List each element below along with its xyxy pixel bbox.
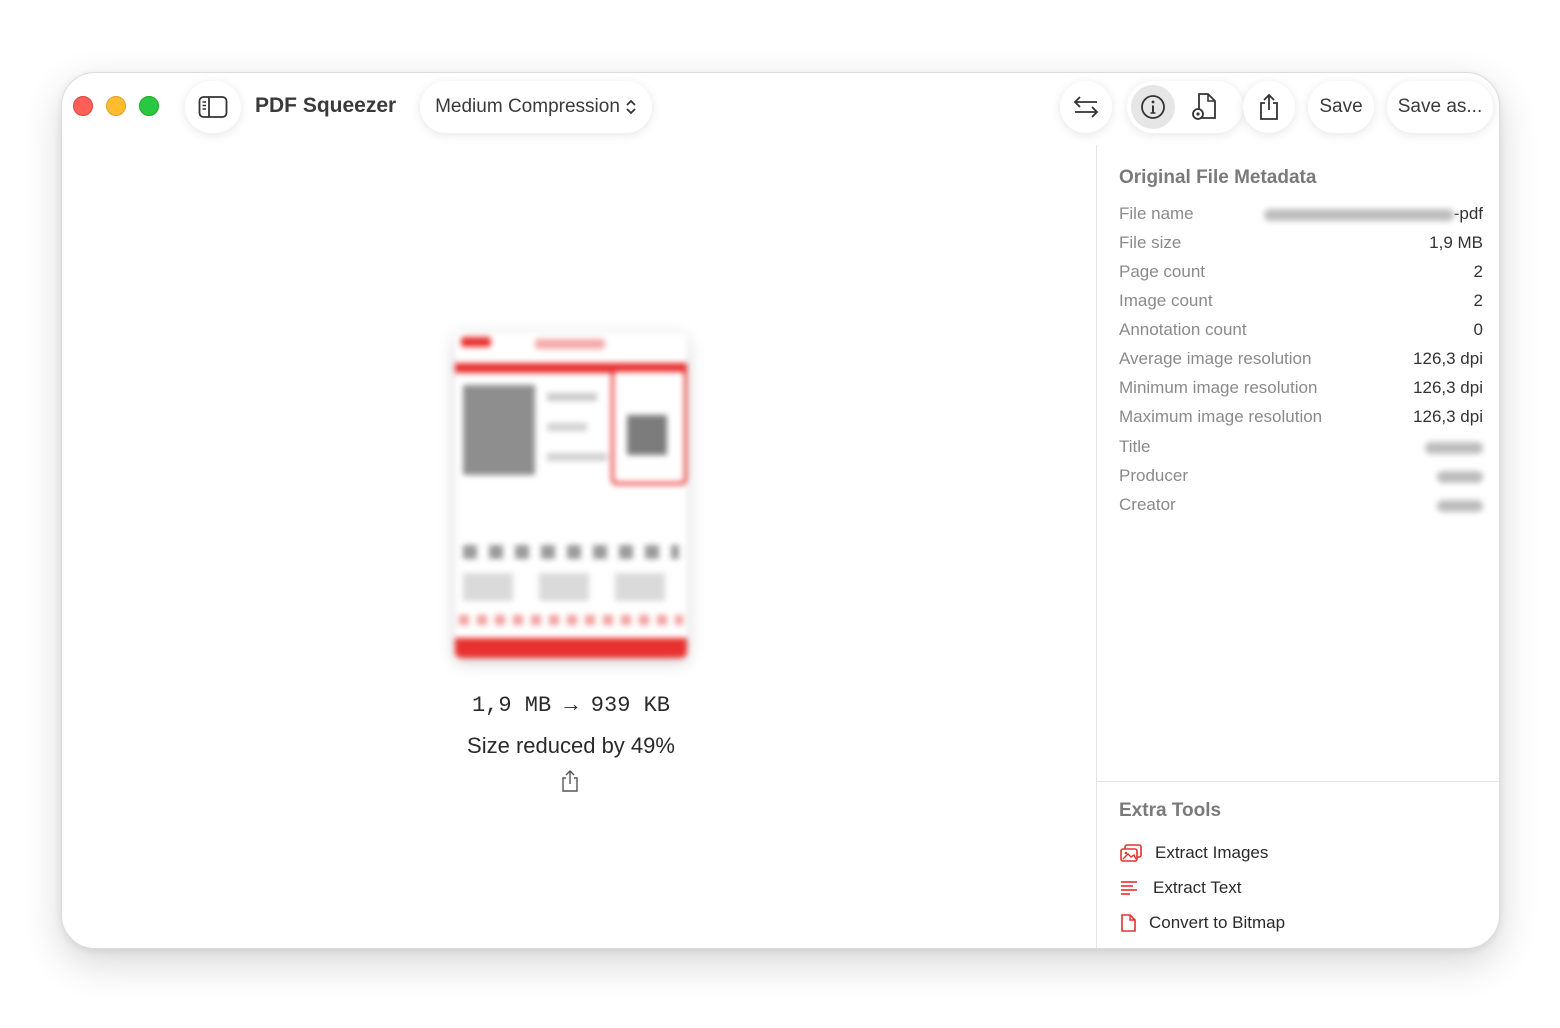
pdf-preview-thumbnail[interactable] xyxy=(455,333,687,658)
tool-label: Convert to Bitmap xyxy=(1149,913,1286,932)
extract-images-button[interactable]: Extract Images xyxy=(1119,843,1268,863)
share-icon[interactable] xyxy=(559,769,581,793)
info-button[interactable] xyxy=(1131,85,1175,129)
metadata-value-redacted xyxy=(1425,437,1483,457)
metadata-key: Average image resolution xyxy=(1119,349,1312,368)
photos-icon xyxy=(1120,844,1142,862)
document-gear-icon xyxy=(1192,93,1216,120)
metadata-key: Creator xyxy=(1119,495,1176,514)
metadata-row-file-name: File name -pdf xyxy=(1119,204,1483,224)
convert-to-bitmap-button[interactable]: Convert to Bitmap xyxy=(1119,913,1285,933)
inspector-divider xyxy=(1096,145,1097,948)
close-window-button[interactable] xyxy=(73,96,93,116)
size-reduction-text: Size reduced by 49% xyxy=(467,733,675,758)
metadata-value: -pdf xyxy=(1263,204,1483,224)
document-settings-button[interactable] xyxy=(1181,85,1229,129)
tool-label: Extract Images xyxy=(1155,843,1269,862)
extra-tools-separator xyxy=(1097,781,1499,782)
maximize-window-button[interactable] xyxy=(139,96,159,116)
metadata-key: Page count xyxy=(1119,262,1206,281)
metadata-row-producer: Producer xyxy=(1119,466,1483,486)
metadata-row-average-resolution: Average image resolution 126,3 dpi xyxy=(1119,349,1483,369)
info-icon xyxy=(1141,95,1165,119)
sidebar-icon xyxy=(198,96,228,118)
compare-button[interactable] xyxy=(1060,81,1112,133)
metadata-key: File name xyxy=(1119,204,1194,223)
size-change-text: 1,9 MB → 939 KB xyxy=(471,693,671,718)
metadata-value: 2 xyxy=(1473,291,1483,310)
extra-tools-title: Extra Tools xyxy=(1119,800,1222,821)
document-icon xyxy=(1121,914,1136,932)
metadata-value: 126,3 dpi xyxy=(1413,349,1483,368)
inspector-segment xyxy=(1127,81,1243,133)
metadata-key: Maximum image resolution xyxy=(1119,407,1323,426)
save-button[interactable]: Save xyxy=(1308,81,1374,133)
metadata-key: Title xyxy=(1119,437,1151,456)
metadata-value-redacted xyxy=(1437,466,1483,486)
share-icon xyxy=(1260,93,1278,120)
metadata-value: 126,3 dpi xyxy=(1413,378,1483,397)
metadata-value: 126,3 dpi xyxy=(1413,407,1483,426)
metadata-row-title: Title xyxy=(1119,437,1483,457)
metadata-value-redacted xyxy=(1437,495,1483,515)
extract-text-button[interactable]: Extract Text xyxy=(1119,878,1242,898)
chevron-up-down-icon xyxy=(626,99,636,115)
share-button[interactable] xyxy=(1243,81,1295,133)
swap-arrows-icon xyxy=(1073,96,1099,118)
metadata-row-file-size: File size 1,9 MB xyxy=(1119,233,1483,253)
metadata-key: Producer xyxy=(1119,466,1188,485)
app-window: PDF Squeezer Medium Compression Save Sav… xyxy=(61,72,1500,949)
metadata-key: Annotation count xyxy=(1119,320,1247,339)
file-name-extension: -pdf xyxy=(1453,204,1483,223)
metadata-value: 2 xyxy=(1473,262,1483,281)
compression-select[interactable]: Medium Compression xyxy=(420,81,652,133)
metadata-row-maximum-resolution: Maximum image resolution 126,3 dpi xyxy=(1119,407,1483,427)
metadata-title: Original File Metadata xyxy=(1119,167,1317,188)
tool-label: Extract Text xyxy=(1153,878,1242,897)
metadata-key: Image count xyxy=(1119,291,1213,310)
metadata-value: 0 xyxy=(1473,320,1483,339)
app-title: PDF Squeezer xyxy=(255,94,397,117)
metadata-row-image-count: Image count 2 xyxy=(1119,291,1483,311)
sidebar-toggle-button[interactable] xyxy=(185,81,241,133)
metadata-row-minimum-resolution: Minimum image resolution 126,3 dpi xyxy=(1119,378,1483,398)
metadata-row-page-count: Page count 2 xyxy=(1119,262,1483,282)
metadata-row-creator: Creator xyxy=(1119,495,1483,515)
text-lines-icon xyxy=(1121,881,1137,895)
metadata-key: File size xyxy=(1119,233,1182,252)
save-as-button[interactable]: Save as... xyxy=(1387,81,1493,133)
metadata-key: Minimum image resolution xyxy=(1119,378,1318,397)
metadata-row-annotation-count: Annotation count 0 xyxy=(1119,320,1483,340)
minimize-window-button[interactable] xyxy=(106,96,126,116)
compression-label: Medium Compression xyxy=(435,96,620,117)
metadata-value: 1,9 MB xyxy=(1429,233,1483,252)
